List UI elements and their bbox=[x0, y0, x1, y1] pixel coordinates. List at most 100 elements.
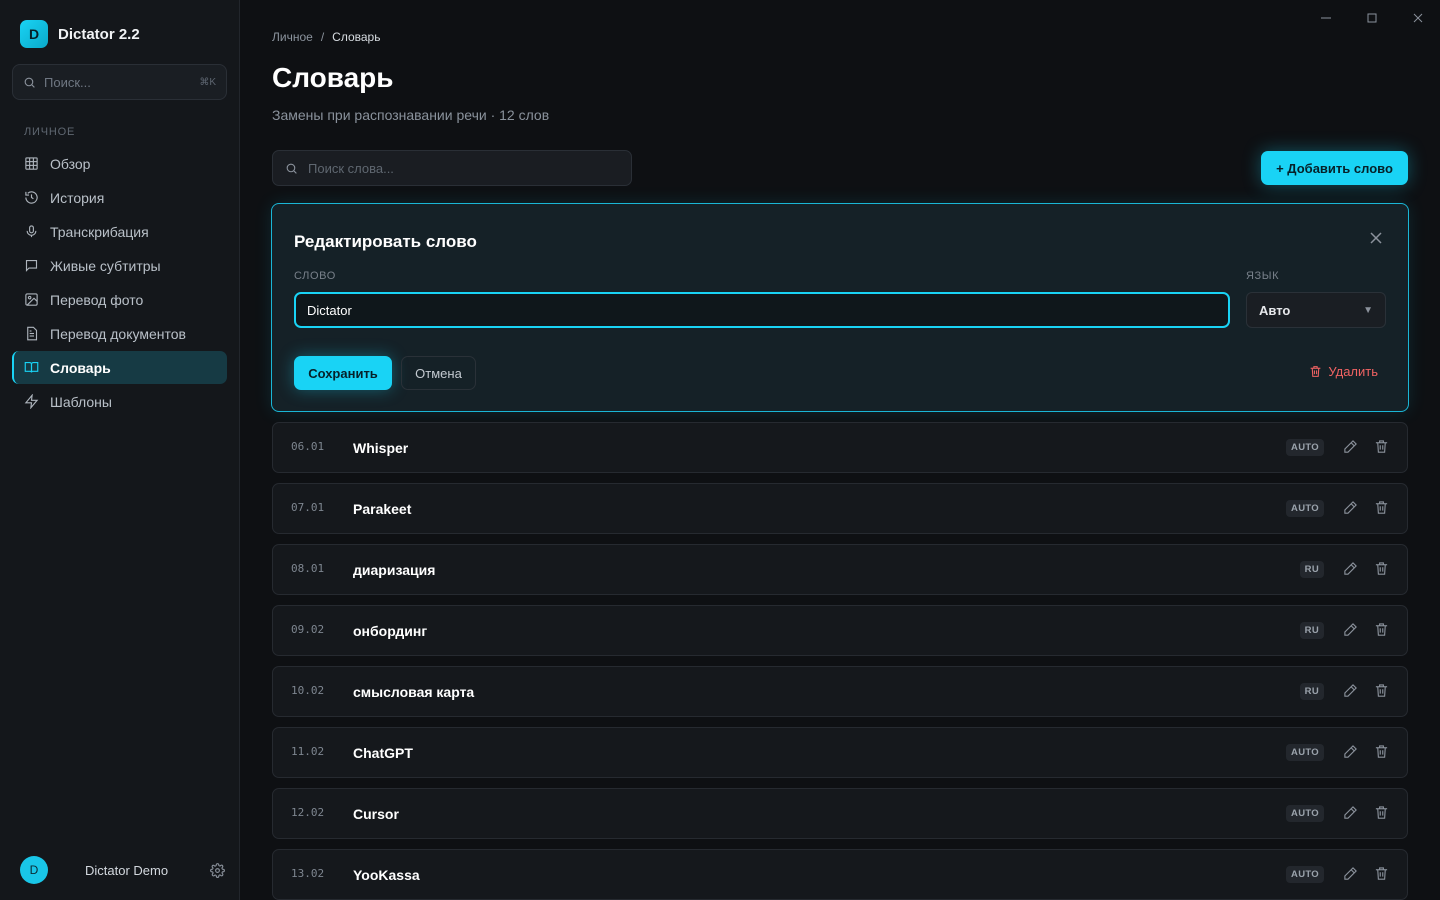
page-subtitle: Замены при распознавании речи · 12 слов bbox=[272, 107, 550, 123]
bolt-icon bbox=[24, 394, 39, 409]
word-search-input[interactable] bbox=[308, 160, 619, 176]
sidebar-item-dictionary[interactable]: Словарь bbox=[12, 351, 227, 384]
pencil-icon[interactable] bbox=[1343, 500, 1358, 515]
window-controls bbox=[1316, 8, 1428, 28]
word-field-label: СЛОВО bbox=[294, 270, 336, 282]
sidebar-item-history[interactable]: История bbox=[12, 181, 227, 214]
word-row[interactable]: 11.02 ChatGPT AUTO bbox=[272, 727, 1408, 778]
word-date: 12.02 bbox=[291, 806, 325, 819]
pencil-icon[interactable] bbox=[1343, 744, 1358, 759]
pencil-icon[interactable] bbox=[1343, 622, 1358, 637]
word-row[interactable]: 08.01 диаризация RU bbox=[272, 544, 1408, 595]
save-button[interactable]: Сохранить bbox=[294, 356, 392, 390]
sidebar: D Dictator 2.2 Поиск... ⌘K ЛИЧНОЕ Обзор … bbox=[0, 0, 240, 900]
sidebar-item-label: Перевод фото bbox=[50, 291, 144, 308]
word-date: 09.02 bbox=[291, 623, 325, 636]
section-label-personal: ЛИЧНОЕ bbox=[24, 126, 76, 138]
word-text: Parakeet bbox=[353, 501, 412, 517]
user-profile[interactable]: D Dictator Demo bbox=[20, 856, 225, 884]
language-select[interactable]: Авто ▼ bbox=[1246, 292, 1386, 328]
language-badge: AUTO bbox=[1286, 805, 1324, 822]
document-icon bbox=[27, 326, 38, 341]
history-icon bbox=[25, 191, 38, 204]
pencil-icon[interactable] bbox=[1343, 683, 1358, 698]
word-date: 07.01 bbox=[291, 501, 325, 514]
search-shortcut: ⌘K bbox=[199, 76, 216, 88]
sidebar-item-overview[interactable]: Обзор bbox=[12, 147, 227, 180]
pencil-icon[interactable] bbox=[1343, 439, 1358, 454]
trash-icon[interactable] bbox=[1374, 683, 1389, 698]
language-select-value: Авто bbox=[1259, 302, 1291, 318]
trash-icon[interactable] bbox=[1374, 561, 1389, 576]
pencil-icon[interactable] bbox=[1343, 561, 1358, 576]
edit-word-panel: Редактировать слово СЛОВО ЯЗЫК Авто ▼ Со… bbox=[271, 203, 1409, 412]
sidebar-item-label: Словарь bbox=[50, 359, 111, 376]
add-word-button[interactable]: + Добавить слово bbox=[1261, 151, 1408, 185]
breadcrumb-separator: / bbox=[320, 30, 325, 44]
sidebar-item-label: Обзор bbox=[50, 155, 91, 172]
trash-icon[interactable] bbox=[1374, 622, 1389, 637]
pencil-icon[interactable] bbox=[1343, 805, 1358, 820]
sidebar-item-live-subtitles[interactable]: Живые субтитры bbox=[12, 249, 227, 282]
trash-icon[interactable] bbox=[1374, 744, 1389, 759]
language-badge: AUTO bbox=[1286, 866, 1324, 883]
trash-icon[interactable] bbox=[1374, 500, 1389, 515]
edit-panel-title: Редактировать слово bbox=[294, 232, 477, 251]
language-badge: RU bbox=[1299, 683, 1324, 700]
word-row[interactable]: 07.01 Parakeet AUTO bbox=[272, 483, 1408, 534]
language-badge: RU bbox=[1299, 622, 1324, 639]
close-icon[interactable] bbox=[1370, 232, 1382, 244]
trash-icon[interactable] bbox=[1374, 866, 1389, 881]
sidebar-item-label: Шаблоны bbox=[50, 393, 112, 410]
word-text: YooKassa bbox=[353, 867, 420, 883]
delete-button[interactable]: Удалить bbox=[1309, 364, 1378, 379]
word-field[interactable] bbox=[294, 292, 1230, 328]
message-icon bbox=[25, 259, 38, 272]
word-row[interactable]: 10.02 смысловая карта RU bbox=[272, 666, 1408, 717]
sidebar-item-transcription[interactable]: Транскрибация bbox=[12, 215, 227, 248]
search-icon bbox=[24, 77, 35, 88]
trash-icon[interactable] bbox=[1374, 439, 1389, 454]
word-date: 13.02 bbox=[291, 867, 325, 880]
word-row[interactable]: 09.02 онбординг RU bbox=[272, 605, 1408, 656]
trash-icon bbox=[1310, 366, 1321, 377]
breadcrumb-parent[interactable]: Личное bbox=[272, 30, 313, 44]
language-badge: AUTO bbox=[1286, 500, 1324, 517]
sidebar-item-label: Живые субтитры bbox=[50, 257, 161, 274]
word-text: ChatGPT bbox=[353, 745, 413, 761]
app-name: Dictator 2.2 bbox=[58, 25, 140, 43]
close-window-icon[interactable] bbox=[1408, 8, 1428, 28]
sidebar-search[interactable]: Поиск... ⌘K bbox=[12, 64, 227, 100]
word-row[interactable]: 13.02 YooKassa AUTO bbox=[272, 849, 1408, 900]
gear-icon[interactable] bbox=[210, 862, 225, 878]
sidebar-nav: Обзор История Транскрибация Живые субтит… bbox=[12, 147, 227, 419]
word-row[interactable]: 12.02 Cursor AUTO bbox=[272, 788, 1408, 839]
word-date: 11.02 bbox=[291, 745, 325, 758]
word-search[interactable] bbox=[272, 150, 632, 186]
delete-label: Удалить bbox=[1328, 364, 1378, 379]
maximize-icon[interactable] bbox=[1362, 8, 1382, 28]
word-date: 08.01 bbox=[291, 562, 325, 575]
language-field-label: ЯЗЫК bbox=[1246, 270, 1280, 282]
mic-icon bbox=[26, 225, 37, 238]
word-text: смысловая карта bbox=[353, 684, 475, 700]
word-text: Whisper bbox=[353, 440, 409, 456]
minimize-icon[interactable] bbox=[1316, 8, 1336, 28]
sidebar-item-document-translation[interactable]: Перевод документов bbox=[12, 317, 227, 350]
avatar: D bbox=[20, 856, 48, 884]
word-text: Cursor bbox=[353, 806, 399, 822]
brand[interactable]: D Dictator 2.2 bbox=[20, 20, 140, 48]
sidebar-item-label: Перевод документов bbox=[50, 325, 186, 342]
trash-icon[interactable] bbox=[1374, 805, 1389, 820]
sidebar-search-placeholder: Поиск... bbox=[44, 74, 91, 90]
user-name: Dictator Demo bbox=[85, 862, 169, 878]
sidebar-item-label: Транскрибация bbox=[50, 223, 149, 240]
sidebar-item-photo-translation[interactable]: Перевод фото bbox=[12, 283, 227, 316]
sidebar-item-templates[interactable]: Шаблоны bbox=[12, 385, 227, 418]
cancel-button[interactable]: Отмена bbox=[401, 356, 476, 390]
language-badge: AUTO bbox=[1286, 744, 1324, 761]
word-row[interactable]: 06.01 Whisper AUTO bbox=[272, 422, 1408, 473]
sidebar-item-label: История bbox=[50, 189, 105, 206]
image-icon bbox=[25, 293, 38, 306]
pencil-icon[interactable] bbox=[1343, 866, 1358, 881]
